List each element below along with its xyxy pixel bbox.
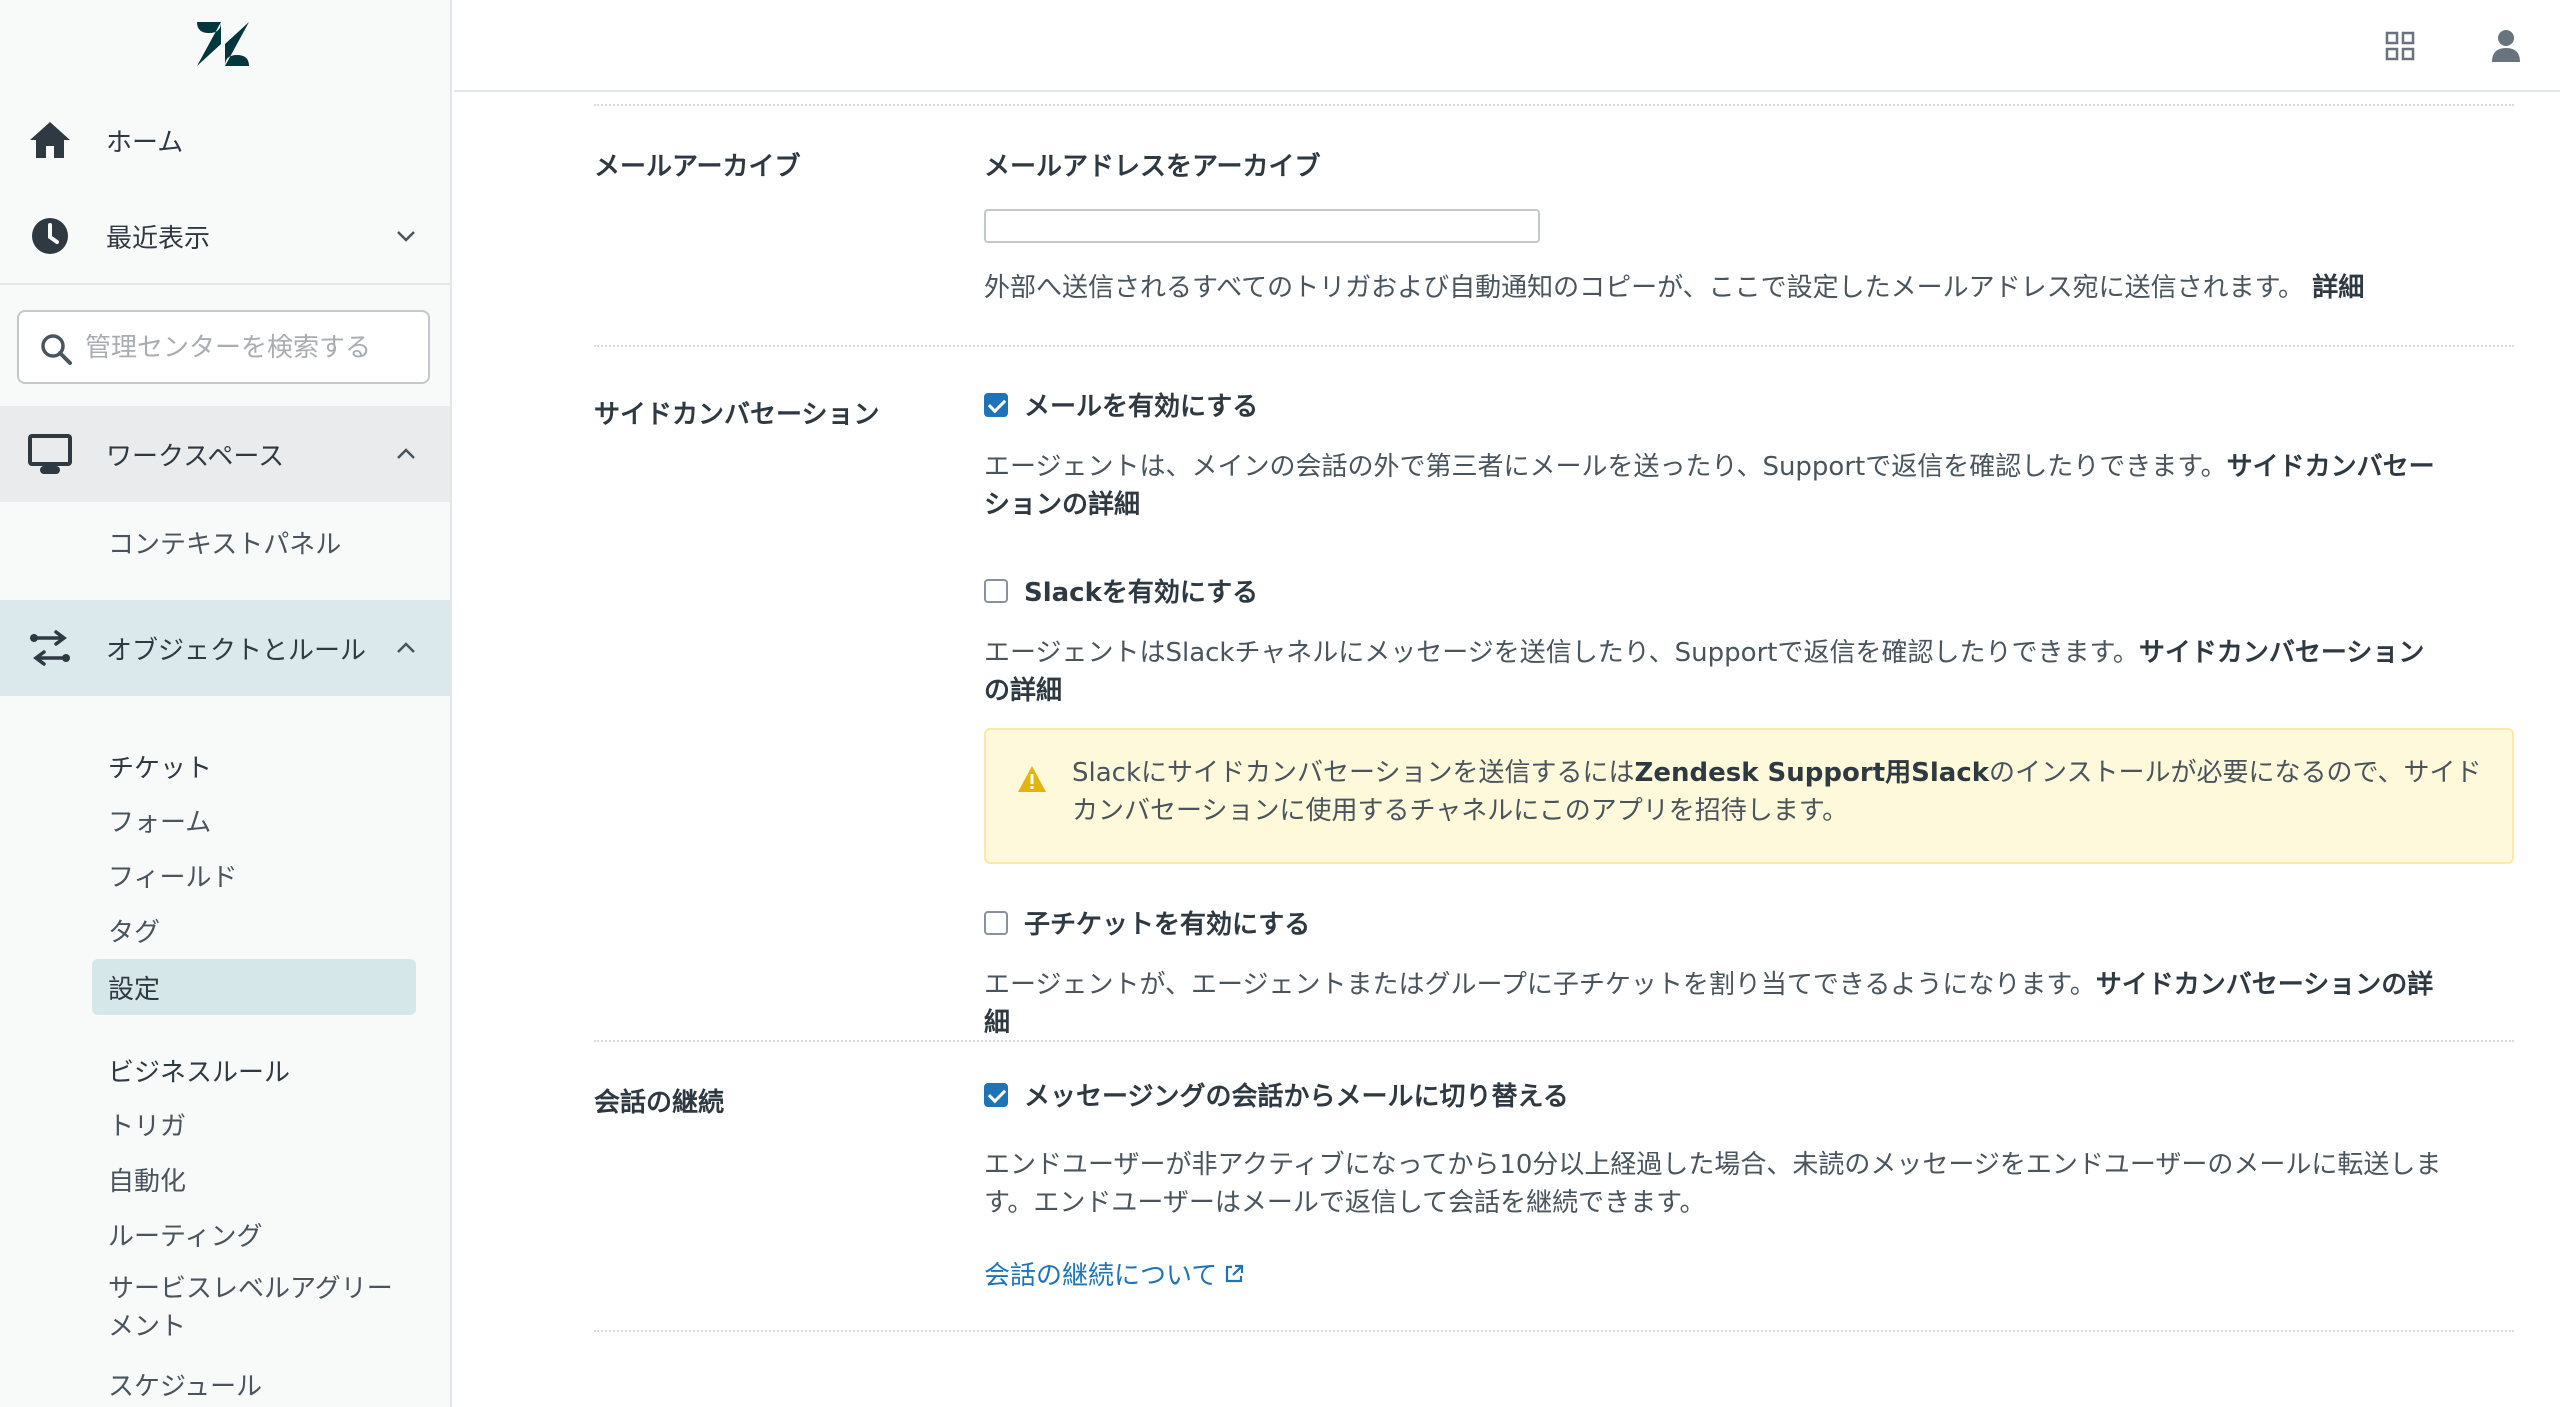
child-ticket-enable-label: 子チケットを有効にする xyxy=(1024,910,1311,940)
alert-text: Slackにサイドカンバセーションを送信するにはZendesk Support用… xyxy=(1072,754,2482,830)
grid-icon[interactable] xyxy=(2380,26,2420,66)
section-divider xyxy=(594,1330,2514,1332)
email-enable-checkbox[interactable] xyxy=(984,392,1008,417)
description-text: 外部へ送信されるすべてのトリガおよび自動通知のコピーが、ここで設定したメールアド… xyxy=(984,273,2305,303)
sidebar-item-label: サービスレベルアグリーメント xyxy=(108,1274,393,1342)
clock-icon xyxy=(32,218,68,254)
mail-archive-description: 外部へ送信されるすべてのトリガおよび自動通知のコピーが、ここで設定したメールアド… xyxy=(984,269,2444,307)
sidebar-item-label: 設定 xyxy=(108,974,161,1005)
sidebar-item-settings[interactable]: 設定 xyxy=(92,959,416,1015)
sidebar-item-label: 自動化 xyxy=(108,1166,187,1197)
sidebar-item-label: コンテキストパネル xyxy=(108,529,342,560)
alert-text-bold: Zendesk Support用Slack xyxy=(1634,758,1990,788)
sidebar-item-context-panel[interactable]: コンテキストパネル xyxy=(92,514,416,570)
sidebar-item-label: ルーティング xyxy=(108,1221,263,1252)
child-ticket-description: エージェントが、エージェントまたはグループに子チケットを割り当てできるようになり… xyxy=(984,966,2444,1042)
sidebar-heading-label: ビジネスルール xyxy=(108,1057,291,1088)
child-ticket-enable-row[interactable]: 子チケットを有効にする xyxy=(984,904,1310,941)
chevron-up-icon xyxy=(397,642,415,653)
main-content: メールアーカイブ メールアドレスをアーカイブ 外部へ送信されるすべてのトリガおよ… xyxy=(454,94,2560,1407)
slack-enable-checkbox[interactable] xyxy=(984,578,1008,603)
nav-recent[interactable]: 最近表示 xyxy=(0,188,450,284)
section-label-mail-archive: メールアーカイブ xyxy=(594,152,801,182)
sidebar-item-triggers[interactable]: トリガ xyxy=(92,1096,416,1152)
top-bar xyxy=(454,0,2560,92)
slack-enable-row[interactable]: Slackを有効にする xyxy=(984,572,1258,609)
nav-objects-rules[interactable]: オブジェクトとルール xyxy=(0,600,450,696)
sidebar-item-automations[interactable]: 自動化 xyxy=(92,1151,416,1207)
continuation-enable-label: メッセージングの会話からメールに切り替える xyxy=(1024,1082,1569,1112)
sidebar-heading-tickets: チケット xyxy=(92,738,416,794)
sidebar-item-label: トリガ xyxy=(108,1111,187,1142)
sidebar-item-label: フォーム xyxy=(108,807,212,838)
continuation-enable-checkbox[interactable] xyxy=(984,1082,1008,1107)
zendesk-logo[interactable] xyxy=(197,22,249,66)
continuation-help-link[interactable]: 会話の継続について xyxy=(984,1255,1245,1292)
sidebar-item-label: フィールド xyxy=(108,862,238,893)
sidebar-item-sla[interactable]: サービスレベルアグリーメント xyxy=(92,1270,416,1350)
archive-address-input[interactable] xyxy=(984,209,1540,243)
sidebar: ホーム 最近表示 ワークスペース コンテキストパネル xyxy=(0,0,452,1407)
nav-objects-rules-label: オブジェクトとルール xyxy=(106,635,367,666)
sidebar-item-label: スケジュール xyxy=(108,1371,263,1402)
sidebar-item-forms[interactable]: フォーム xyxy=(92,792,416,848)
field-title-archive-address: メールアドレスをアーカイブ xyxy=(984,152,1321,182)
email-description: エージェントは、メインの会話の外で第三者にメールを送ったり、Supportで返信… xyxy=(984,448,2444,524)
external-link-icon xyxy=(1226,1264,1244,1282)
sidebar-item-schedules[interactable]: スケジュール xyxy=(92,1356,416,1407)
objects-rules-icon xyxy=(30,630,70,666)
section-divider xyxy=(594,104,2514,106)
user-icon[interactable] xyxy=(2486,26,2526,66)
search-input[interactable] xyxy=(85,326,415,370)
description-text: エージェントはSlackチャネルにメッセージを送信したり、Supportで返信を… xyxy=(984,638,2139,668)
description-text: エージェントは、メインの会話の外で第三者にメールを送ったり、Supportで返信… xyxy=(984,452,2227,482)
link-label: 会話の継続について xyxy=(984,1261,1218,1291)
section-divider xyxy=(594,345,2514,347)
sidebar-heading-business-rules: ビジネスルール xyxy=(92,1042,416,1098)
chevron-down-icon xyxy=(397,231,415,242)
sidebar-search[interactable] xyxy=(17,310,430,384)
sidebar-item-fields[interactable]: フィールド xyxy=(92,847,416,903)
slack-description: エージェントはSlackチャネルにメッセージを送信したり、Supportで返信を… xyxy=(984,634,2444,710)
description-text: エージェントが、エージェントまたはグループに子チケットを割り当てできるようになり… xyxy=(984,970,2096,1000)
chevron-up-icon xyxy=(397,448,415,459)
nav-home[interactable]: ホーム xyxy=(0,92,450,188)
detail-link[interactable]: 詳細 xyxy=(2312,273,2364,303)
sidebar-item-routing[interactable]: ルーティング xyxy=(92,1206,416,1262)
nav-workspace[interactable]: ワークスペース xyxy=(0,406,450,502)
section-label-side-conversation: サイドカンバセーション xyxy=(594,400,880,430)
home-icon xyxy=(30,122,70,158)
child-ticket-enable-checkbox[interactable] xyxy=(984,910,1008,935)
continuation-description: エンドユーザーが非アクティブになってから10分以上経過した場合、未読のメッセージ… xyxy=(984,1150,2442,1218)
nav-workspace-label: ワークスペース xyxy=(106,441,285,472)
section-divider xyxy=(594,1040,2514,1042)
continuation-enable-row[interactable]: メッセージングの会話からメールに切り替える xyxy=(984,1076,1569,1113)
section-label-continuation: 会話の継続 xyxy=(594,1088,725,1118)
nav-recent-label: 最近表示 xyxy=(106,223,211,254)
warning-icon xyxy=(1018,766,1046,792)
alert-text-before: Slackにサイドカンバセーションを送信するには xyxy=(1072,758,1635,788)
monitor-icon xyxy=(28,434,72,474)
sidebar-item-tags[interactable]: タグ xyxy=(92,902,416,958)
slack-enable-label: Slackを有効にする xyxy=(1024,578,1259,608)
sidebar-heading-label: チケット xyxy=(108,753,213,784)
slack-warning-alert: Slackにサイドカンバセーションを送信するにはZendesk Support用… xyxy=(984,728,2514,864)
sidebar-item-label: タグ xyxy=(108,917,161,948)
sidebar-divider xyxy=(0,283,450,285)
nav-home-label: ホーム xyxy=(106,127,184,158)
search-icon xyxy=(41,334,72,365)
email-enable-row[interactable]: メールを有効にする xyxy=(984,386,1258,423)
email-enable-label: メールを有効にする xyxy=(1024,392,1259,422)
